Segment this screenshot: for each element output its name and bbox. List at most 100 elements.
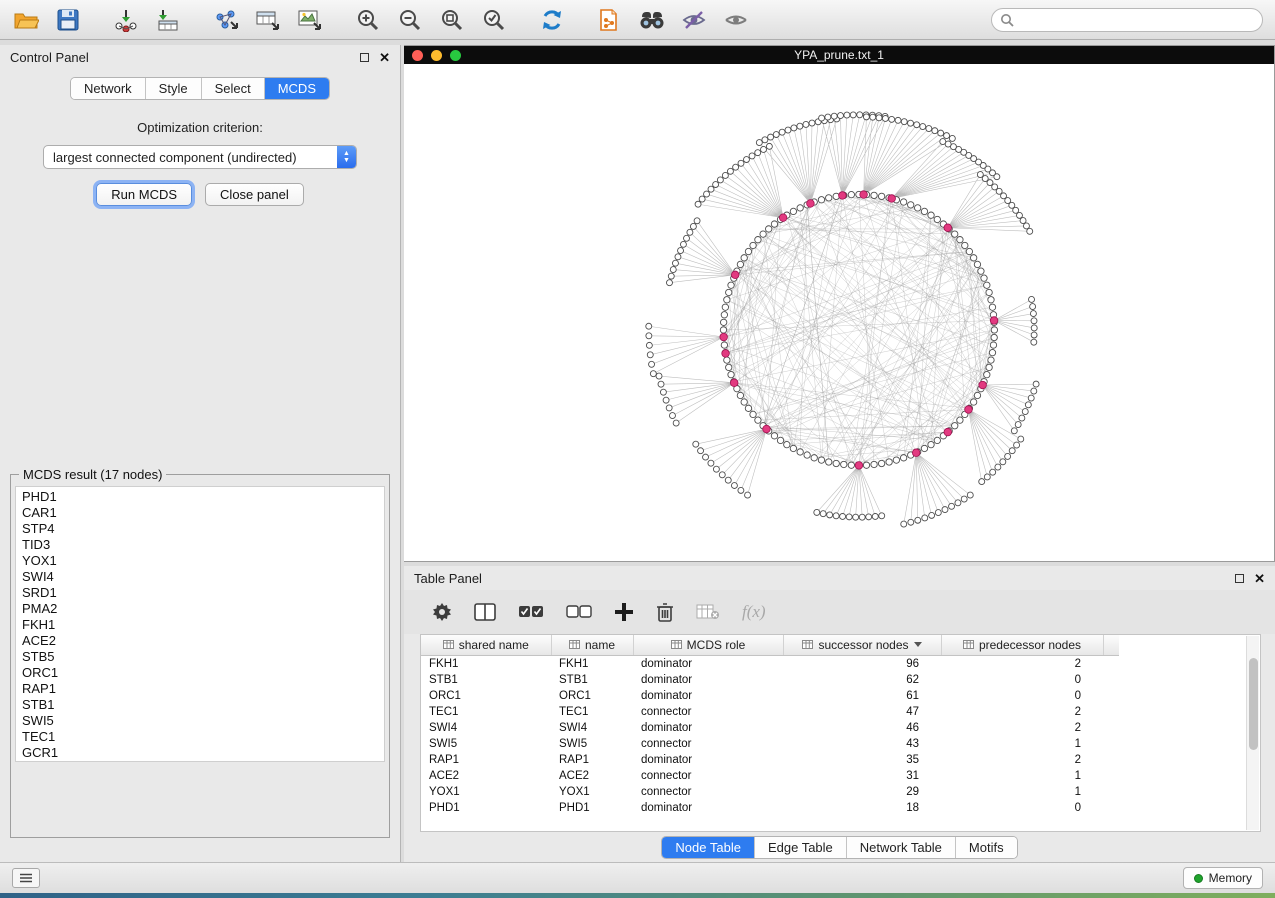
table-scrollbar[interactable] — [1246, 636, 1259, 830]
tab-style[interactable]: Style — [146, 78, 202, 99]
function-builder-icon[interactable]: f(x) — [742, 599, 766, 625]
list-menu-icon — [19, 873, 33, 883]
node-table-container: shared name name MCDS role successor nod… — [420, 634, 1261, 832]
table-column-icon — [443, 640, 454, 649]
table-row[interactable]: ORC1ORC1dominator610 — [421, 688, 1119, 704]
network-canvas[interactable] — [404, 64, 1274, 561]
status-menu-button[interactable] — [12, 868, 40, 888]
node-table: shared name name MCDS role successor nod… — [421, 635, 1119, 816]
select-all-icon[interactable] — [518, 599, 544, 625]
mcds-result-group: MCDS result (17 nodes) PHD1CAR1STP4TID3Y… — [10, 467, 390, 838]
network-window: YPA_prune.txt_1 — [404, 45, 1275, 562]
network-titlebar[interactable]: YPA_prune.txt_1 — [404, 46, 1274, 64]
table-row[interactable]: FKH1FKH1dominator962 — [421, 655, 1119, 672]
tab-node-table[interactable]: Node Table — [662, 837, 755, 858]
table-row[interactable]: STB1STB1dominator620 — [421, 672, 1119, 688]
column-header-mcds-role[interactable]: MCDS role — [633, 635, 783, 655]
table-toolbar: f(x) — [404, 590, 1275, 634]
mcds-result-list[interactable]: PHD1CAR1STP4TID3YOX1SWI4SRD1PMA2FKH1ACE2… — [15, 486, 385, 762]
column-header-name[interactable]: name — [551, 635, 633, 655]
share-network-icon[interactable] — [596, 6, 624, 34]
hide-table-icon[interactable] — [696, 599, 720, 625]
save-session-icon[interactable] — [54, 6, 82, 34]
table-row[interactable]: RAP1RAP1dominator352 — [421, 752, 1119, 768]
table-scrollbar-thumb[interactable] — [1249, 658, 1258, 750]
mcds-result-item[interactable]: SWI5 — [22, 713, 384, 729]
column-header-predecessor-nodes[interactable]: predecessor nodes — [941, 635, 1103, 655]
optimization-criterion-select[interactable]: largest connected component (undirected)… — [43, 145, 357, 169]
column-header-shared-name[interactable]: shared name — [421, 635, 551, 655]
table-row[interactable]: YOX1YOX1connector291 — [421, 784, 1119, 800]
export-table-icon[interactable] — [254, 6, 282, 34]
column-header-successor-nodes[interactable]: successor nodes — [783, 635, 941, 655]
table-column-icon — [802, 640, 813, 649]
tab-select[interactable]: Select — [202, 78, 265, 99]
desktop-wallpaper-strip — [0, 893, 1275, 898]
mcds-result-item[interactable]: GCR1 — [22, 745, 384, 761]
search-box[interactable] — [991, 8, 1263, 32]
sort-desc-icon — [914, 642, 922, 647]
dropdown-stepper-icon: ▲▼ — [337, 146, 356, 168]
export-network-icon[interactable] — [212, 6, 240, 34]
status-bar: Memory — [0, 862, 1275, 893]
control-panel: Control Panel ✕ Network Style Select MCD… — [0, 45, 401, 862]
close-control-panel-icon[interactable]: ✕ — [379, 51, 390, 64]
tab-network[interactable]: Network — [71, 78, 146, 99]
mcds-result-item[interactable]: SRD1 — [22, 585, 384, 601]
add-row-icon[interactable] — [614, 599, 634, 625]
close-panel-button[interactable]: Close panel — [205, 183, 304, 206]
export-image-icon[interactable] — [296, 6, 324, 34]
close-table-panel-icon[interactable]: ✕ — [1254, 572, 1265, 585]
zoom-fit-icon[interactable] — [438, 6, 466, 34]
memory-label: Memory — [1209, 871, 1252, 885]
mcds-result-item[interactable]: TEC1 — [22, 729, 384, 745]
memory-button[interactable]: Memory — [1183, 867, 1263, 889]
search-network-icon[interactable] — [638, 6, 666, 34]
mcds-result-item[interactable]: ACE2 — [22, 633, 384, 649]
mcds-result-item[interactable]: ORC1 — [22, 665, 384, 681]
search-input[interactable] — [1014, 13, 1254, 27]
deselect-all-icon[interactable] — [566, 599, 592, 625]
refresh-icon[interactable] — [538, 6, 566, 34]
table-tabs: Node Table Edge Table Network Table Moti… — [404, 832, 1275, 862]
tab-edge-table[interactable]: Edge Table — [755, 837, 847, 858]
mcds-result-item[interactable]: CAR1 — [22, 505, 384, 521]
optimization-criterion-value: largest connected component (undirected) — [44, 150, 337, 165]
mcds-result-item[interactable]: TID3 — [22, 537, 384, 553]
table-settings-gear-icon[interactable] — [432, 599, 452, 625]
float-table-panel-icon[interactable] — [1235, 574, 1244, 583]
mcds-result-item[interactable]: YOX1 — [22, 553, 384, 569]
mcds-result-item[interactable]: STB5 — [22, 649, 384, 665]
mcds-result-item[interactable]: SWI4 — [22, 569, 384, 585]
zoom-in-icon[interactable] — [354, 6, 382, 34]
table-row[interactable]: ACE2ACE2connector311 — [421, 768, 1119, 784]
import-network-icon[interactable] — [112, 6, 140, 34]
hide-graphics-details-icon[interactable] — [680, 6, 708, 34]
delete-row-icon[interactable] — [656, 599, 674, 625]
tab-network-table[interactable]: Network Table — [847, 837, 956, 858]
mcds-result-item[interactable]: RAP1 — [22, 681, 384, 697]
table-row[interactable]: PHD1PHD1dominator180 — [421, 800, 1119, 816]
run-mcds-button[interactable]: Run MCDS — [96, 183, 192, 206]
mcds-result-item[interactable]: PHD1 — [22, 489, 384, 505]
tab-motifs[interactable]: Motifs — [956, 837, 1017, 858]
main-toolbar — [0, 0, 1275, 40]
mcds-result-item[interactable]: STB1 — [22, 697, 384, 713]
open-session-icon[interactable] — [12, 6, 40, 34]
table-panel: Table Panel ✕ — [404, 566, 1275, 862]
show-graphics-details-icon[interactable] — [722, 6, 750, 34]
control-panel-title: Control Panel — [10, 50, 89, 65]
table-row[interactable]: SWI4SWI4dominator462 — [421, 720, 1119, 736]
show-columns-icon[interactable] — [474, 599, 496, 625]
memory-status-icon — [1194, 874, 1203, 883]
float-panel-icon[interactable] — [360, 53, 369, 62]
mcds-result-item[interactable]: FKH1 — [22, 617, 384, 633]
table-row[interactable]: SWI5SWI5connector431 — [421, 736, 1119, 752]
mcds-result-item[interactable]: STP4 — [22, 521, 384, 537]
tab-mcds[interactable]: MCDS — [265, 78, 329, 99]
mcds-result-item[interactable]: PMA2 — [22, 601, 384, 617]
import-table-icon[interactable] — [154, 6, 182, 34]
table-row[interactable]: TEC1TEC1connector472 — [421, 704, 1119, 720]
zoom-selected-icon[interactable] — [480, 6, 508, 34]
zoom-out-icon[interactable] — [396, 6, 424, 34]
